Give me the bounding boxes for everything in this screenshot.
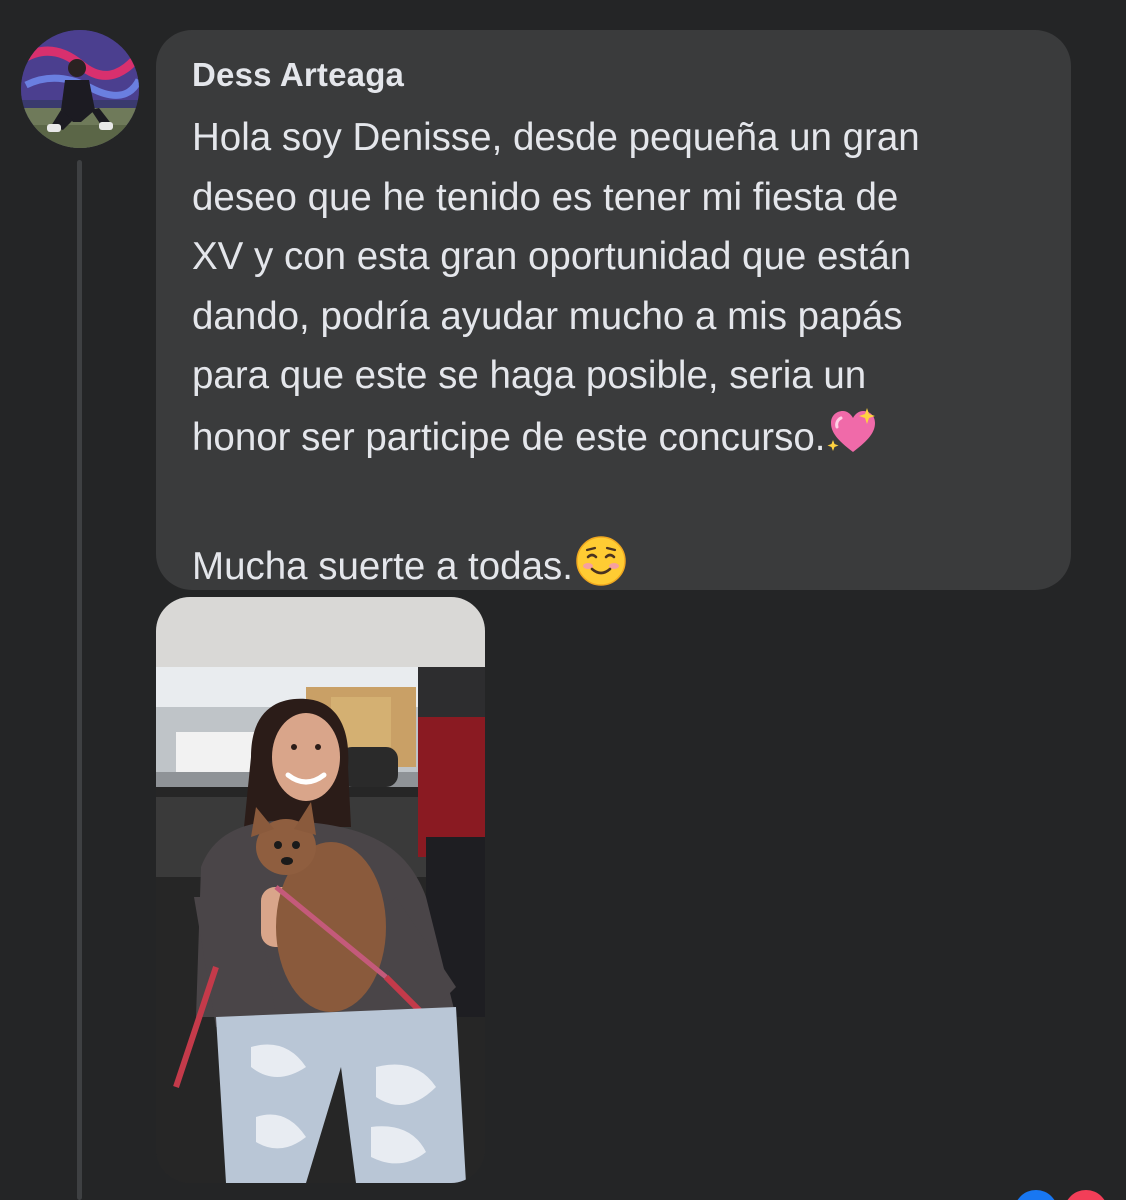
smiling-face-icon: [575, 535, 627, 605]
sparkling-heart-icon: [827, 406, 879, 476]
like-reaction-icon: [1014, 1190, 1058, 1200]
comment-text-line: XV y con esta gran oportunidad que están: [192, 235, 912, 278]
reply-thread-line: [77, 160, 82, 1200]
comment-closing-line: Mucha suerte a todas.: [192, 535, 1052, 605]
comment-text-line: dando, podría ayudar mucho a mis papás: [192, 294, 903, 338]
comment-text-line: para que este se haga posible, seria un: [192, 354, 867, 397]
comment-text-line: Hola soy Denisse, desde pequeña un gran: [192, 116, 920, 159]
comment-author-name[interactable]: Dess Arteaga: [192, 56, 404, 94]
comment-text-line: deseo que he tenido es tener mi fiesta d…: [192, 175, 899, 219]
comment-closing-text: Mucha suerte a todas.: [192, 544, 573, 588]
comment-bubble: Dess Arteaga Hola soy Denisse, desde peq…: [156, 30, 1071, 590]
comment-photo-attachment[interactable]: [156, 597, 485, 1183]
comment-text-line-last: honor ser participe de este concurso.: [192, 406, 1052, 476]
comment-text: Hola soy Denisse, desde pequeña un gran …: [192, 108, 1052, 604]
love-reaction-icon: [1064, 1190, 1108, 1200]
avatar[interactable]: [21, 30, 139, 148]
reaction-icons[interactable]: [1012, 1190, 1126, 1200]
comment-text-line-last-text: honor ser participe de este concurso.: [192, 415, 826, 459]
